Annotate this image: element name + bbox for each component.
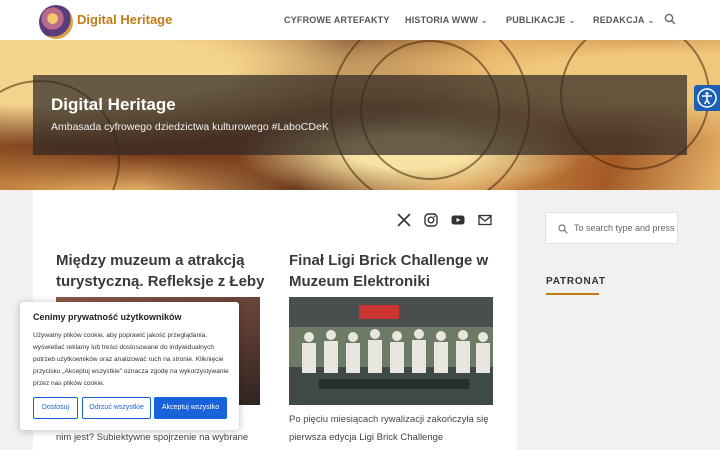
sidebar-search-placeholder: To search type and press: [574, 223, 675, 233]
sidebar-heading-patronat: PATRONAT: [546, 276, 606, 287]
site-header: Digital Heritage CYFROWE ARTEFAKTY HISTO…: [0, 0, 720, 40]
nav-item-publikacje[interactable]: PUBLIKACJE ⌄: [506, 15, 575, 25]
post-excerpt-2: Po pięciu miesiącach rywalizacji zakończ…: [289, 414, 489, 443]
instagram-icon[interactable]: [424, 213, 438, 227]
nav-item-historia-www[interactable]: HISTORIA WWW ⌄: [405, 15, 488, 25]
cookie-consent-banner: Cenimy prywatność użytkowników Używamy p…: [20, 302, 239, 430]
sidebar-heading-underline: [546, 293, 599, 295]
site-brand[interactable]: Digital Heritage: [77, 12, 172, 27]
accessibility-icon: [697, 88, 717, 108]
site-logo[interactable]: [39, 5, 73, 39]
chevron-down-icon: ⌄: [647, 16, 655, 25]
cookie-text: Używamy plików cookie, aby poprawić jako…: [33, 332, 229, 387]
cookie-accept-button[interactable]: Akceptuj wszystko: [154, 397, 227, 419]
sidebar-search-input[interactable]: To search type and press: [545, 212, 678, 244]
chevron-down-icon: ⌄: [568, 16, 576, 25]
post-title-2[interactable]: Finał Ligi Brick Challenge w Muzeum Elek…: [289, 250, 499, 292]
post-excerpt-1: nim jest? Subiektywne spojrzenie na wybr…: [56, 432, 249, 443]
cookie-customize-button[interactable]: Dostosuj: [33, 397, 78, 419]
hero-banner: Digital Heritage Ambasada cyfrowego dzie…: [0, 40, 720, 190]
mail-icon[interactable]: [478, 213, 492, 227]
search-icon: [558, 224, 568, 234]
hero-title: Digital Heritage: [51, 95, 176, 114]
nav-item-cyfrowe-artefakty[interactable]: CYFROWE ARTEFAKTY: [284, 15, 390, 25]
hero-title-panel: Digital Heritage Ambasada cyfrowego dzie…: [33, 75, 687, 155]
cookie-reject-button[interactable]: Odrzuć wszystkie: [82, 397, 151, 419]
youtube-icon[interactable]: [451, 213, 465, 227]
post-image-2[interactable]: [289, 297, 493, 405]
group-photo: [289, 297, 493, 405]
post-title-1[interactable]: Między muzeum a atrakcją turystyczną. Re…: [56, 250, 266, 292]
accessibility-button[interactable]: [694, 85, 720, 111]
x-icon[interactable]: [397, 213, 411, 227]
chevron-down-icon: ⌄: [480, 16, 488, 25]
nav-item-redakcja[interactable]: REDAKCJA ⌄: [593, 15, 655, 25]
search-icon[interactable]: [664, 13, 676, 25]
cookie-title: Cenimy prywatność użytkowników: [33, 312, 182, 322]
hero-subtitle: Ambasada cyfrowego dziedzictwa kulturowe…: [51, 121, 329, 133]
